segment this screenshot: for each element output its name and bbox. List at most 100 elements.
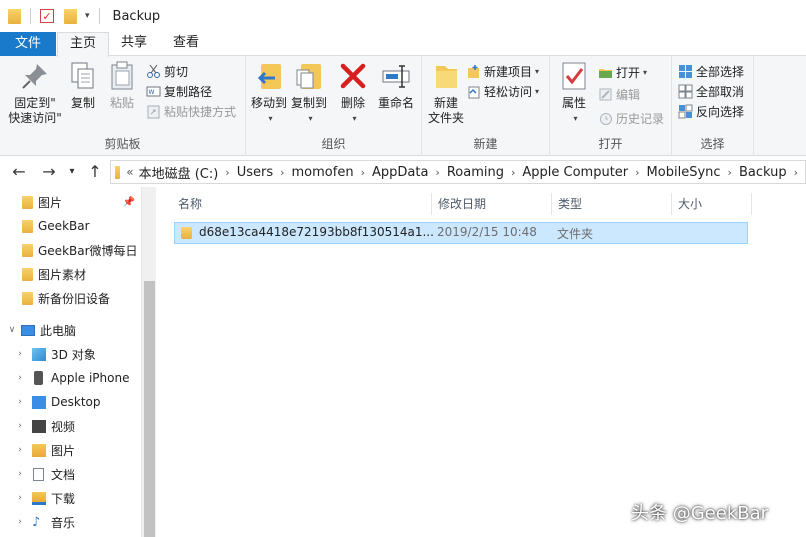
chevron-right-icon[interactable]: › <box>511 166 515 179</box>
pin-icon[interactable]: 📌 <box>123 197 135 208</box>
nav-item-downloads[interactable]: › 下载 <box>0 487 141 509</box>
ribbon: 固定到" 快速访问" 复制 粘贴 剪切 W 复制路径 粘贴快捷方式 剪贴板 移动… <box>0 56 806 156</box>
clipboard-group: 固定到" 快速访问" 复制 粘贴 剪切 W 复制路径 粘贴快捷方式 剪贴板 <box>0 56 246 156</box>
nav-item-3d-objects[interactable]: › 3D 对象 <box>0 343 141 365</box>
back-arrow-icon[interactable]: ← <box>9 163 29 181</box>
nav-item-pictures-quick[interactable]: 图片 📌 <box>0 191 141 213</box>
nav-item-this-pc[interactable]: ∨ 此电脑 <box>0 319 141 341</box>
nav-item-music[interactable]: › ♪ 音乐 <box>0 511 141 533</box>
history-button[interactable]: 历史记录 <box>598 108 664 128</box>
column-header-type[interactable]: 类型 <box>552 193 672 215</box>
nav-item-backup-old-device[interactable]: 新备份旧设备 <box>0 287 141 309</box>
pin-to-quick-access-button[interactable]: 固定到" 快速访问" <box>6 60 64 126</box>
column-header-size[interactable]: 大小 <box>672 193 752 215</box>
properties-button[interactable]: 属性 ▾ <box>554 60 594 126</box>
history-label: 历史记录 <box>616 111 665 126</box>
select-all-button[interactable]: 全部选择 <box>678 61 744 81</box>
new-folder-icon[interactable] <box>64 8 77 24</box>
rename-label: 重命名 <box>377 96 414 110</box>
paste-button[interactable]: 粘贴 <box>104 60 140 111</box>
chevron-right-icon[interactable]: › <box>435 166 439 179</box>
paste-icon <box>106 60 138 92</box>
new-item-button[interactable]: 新建项目 ▾ <box>466 61 539 81</box>
invert-selection-label: 反向选择 <box>696 104 745 119</box>
chevron-right-icon[interactable]: › <box>728 166 732 179</box>
easy-access-button[interactable]: 轻松访问 ▾ <box>466 81 539 101</box>
breadcrumb-users[interactable]: Users <box>237 165 273 180</box>
nav-item-documents[interactable]: › 文档 <box>0 463 141 485</box>
chevron-right-icon[interactable]: › <box>794 166 798 179</box>
nav-item-picture-assets[interactable]: 图片素材 <box>0 263 141 285</box>
quick-access-toolbar: ✓ ▾ <box>8 8 105 24</box>
chevron-right-icon[interactable]: › <box>635 166 639 179</box>
breadcrumb-appdata[interactable]: AppData <box>372 165 428 180</box>
tab-home[interactable]: 主页 <box>57 32 109 57</box>
nav-item-pictures[interactable]: › 图片 <box>0 439 141 461</box>
open-button[interactable]: 打开 ▾ <box>598 62 647 82</box>
file-list-pane: 名称 修改日期 类型 大小 d68e13ca4418e72193bb8f1305… <box>156 187 806 537</box>
overflow-chevron-icon[interactable]: « <box>126 165 133 179</box>
move-to-button[interactable]: 移动到 ▾ <box>248 60 290 126</box>
chevron-down-icon: ▾ <box>352 114 357 123</box>
chevron-right-icon[interactable]: › <box>361 166 365 179</box>
forward-arrow-icon[interactable]: → <box>39 163 59 181</box>
breadcrumb-c-drive[interactable]: 本地磁盘 (C:) <box>139 163 219 182</box>
chevron-right-icon[interactable]: › <box>14 421 26 431</box>
chevron-down-icon[interactable]: ∨ <box>6 325 18 335</box>
nav-item-geekbar-weibo[interactable]: GeekBar微博每日 <box>0 239 141 261</box>
breadcrumb-roaming[interactable]: Roaming <box>447 165 504 180</box>
recent-locations-chevron-icon[interactable]: ▾ <box>62 163 82 181</box>
pin-label-line1: 固定到" <box>14 96 56 110</box>
chevron-right-icon[interactable]: › <box>14 445 26 455</box>
computer-icon <box>21 324 35 336</box>
copy-path-button[interactable]: W 复制路径 <box>146 81 212 101</box>
open-folder-icon <box>598 65 613 80</box>
tab-file[interactable]: 文件 <box>0 32 56 56</box>
new-folder-button[interactable]: 新建 文件夹 <box>424 60 468 126</box>
nav-item-label: 下载 <box>51 491 76 506</box>
tab-share[interactable]: 共享 <box>110 32 158 56</box>
column-header-name[interactable]: 名称 <box>172 193 432 215</box>
3d-objects-icon <box>32 347 46 361</box>
chevron-right-icon[interactable]: › <box>14 397 26 407</box>
copy-button[interactable]: 复制 <box>66 60 100 111</box>
customize-toolbar-icon[interactable]: ▾ <box>85 11 90 21</box>
delete-button[interactable]: 删除 ▾ <box>336 60 370 126</box>
up-arrow-icon[interactable]: ↑ <box>85 163 105 181</box>
new-item-icon <box>466 64 481 79</box>
nav-item-apple-iphone[interactable]: › Apple iPhone <box>0 367 141 389</box>
nav-item-label: 新备份旧设备 <box>38 291 111 306</box>
invert-selection-button[interactable]: 反向选择 <box>678 101 744 121</box>
paste-shortcut-button[interactable]: 粘贴快捷方式 <box>146 101 236 121</box>
chevron-right-icon[interactable]: › <box>14 517 26 527</box>
rename-button[interactable]: 重命名 <box>374 60 418 111</box>
breadcrumb-apple-computer[interactable]: Apple Computer <box>522 165 628 180</box>
nav-item-desktop[interactable]: › Desktop <box>0 391 141 413</box>
tab-view[interactable]: 查看 <box>162 32 210 56</box>
properties-check-icon[interactable]: ✓ <box>40 9 54 23</box>
select-none-button[interactable]: 全部取消 <box>678 81 744 101</box>
address-bar[interactable]: « 本地磁盘 (C:) › Users › momofen › AppData … <box>110 160 806 184</box>
properties-label: 属性 <box>561 96 586 110</box>
nav-item-geekbar[interactable]: GeekBar <box>0 215 141 237</box>
chevron-right-icon[interactable]: › <box>225 166 229 179</box>
video-icon <box>32 419 46 433</box>
chevron-right-icon[interactable]: › <box>14 349 26 359</box>
breadcrumb-mobilesync[interactable]: MobileSync <box>647 165 721 180</box>
chevron-right-icon[interactable]: › <box>14 469 26 479</box>
copy-to-button[interactable]: 复制到 ▾ <box>288 60 330 126</box>
chevron-right-icon[interactable]: › <box>14 373 26 383</box>
breadcrumb-backup[interactable]: Backup <box>739 165 787 180</box>
nav-pane-scrollbar[interactable] <box>141 187 156 537</box>
nav-item-videos[interactable]: › 视频 <box>0 415 141 437</box>
scrollbar-thumb[interactable] <box>144 281 155 537</box>
table-row[interactable]: d68e13ca4418e72193bb8f130514a1... 2019/2… <box>174 222 748 244</box>
breadcrumb-momofen[interactable]: momofen <box>292 165 354 180</box>
column-header-modified[interactable]: 修改日期 <box>432 193 552 215</box>
chevron-right-icon[interactable]: › <box>280 166 284 179</box>
cut-button[interactable]: 剪切 <box>146 61 188 81</box>
nav-item-label: GeekBar微博每日 <box>38 243 138 258</box>
edit-button[interactable]: 编辑 <box>598 84 640 104</box>
cut-label: 剪切 <box>164 64 189 79</box>
chevron-right-icon[interactable]: › <box>14 493 26 503</box>
